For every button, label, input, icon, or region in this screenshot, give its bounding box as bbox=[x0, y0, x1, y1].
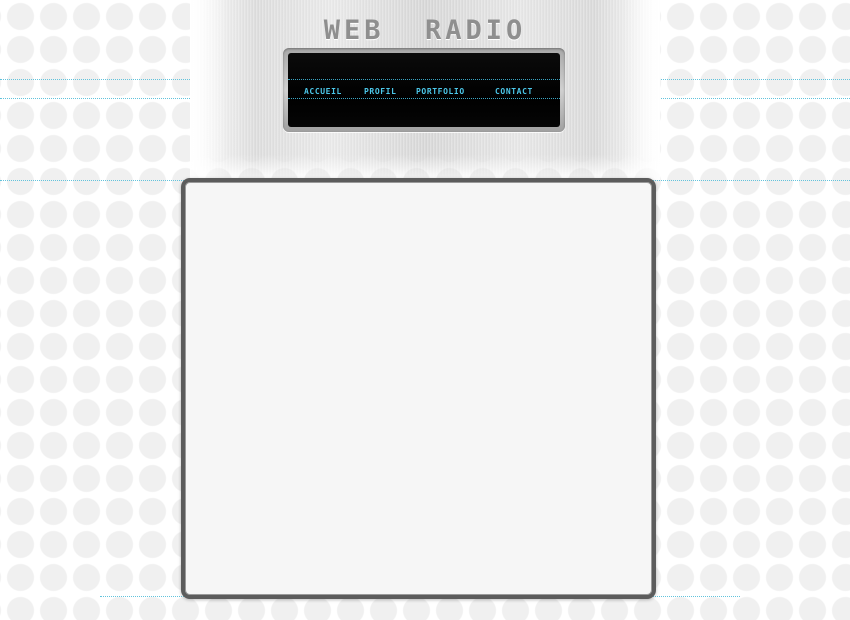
nav-item-portfolio[interactable]: PORTFOLIO bbox=[416, 85, 465, 99]
main-nav: ACCUEIL PROFIL PORTFOLIO CONTACT bbox=[288, 85, 560, 99]
screen-guide-top bbox=[288, 79, 560, 80]
nav-item-accueil[interactable]: ACCUEIL bbox=[304, 85, 342, 99]
site-title: WEB RADIO bbox=[323, 15, 527, 46]
nav-item-profil[interactable]: PROFIL bbox=[364, 85, 397, 99]
nav-item-contact[interactable]: CONTACT bbox=[495, 85, 533, 99]
nav-display-screen: ACCUEIL PROFIL PORTFOLIO CONTACT bbox=[288, 53, 560, 127]
content-frame bbox=[181, 178, 656, 599]
nav-display: ACCUEIL PROFIL PORTFOLIO CONTACT bbox=[283, 48, 565, 132]
